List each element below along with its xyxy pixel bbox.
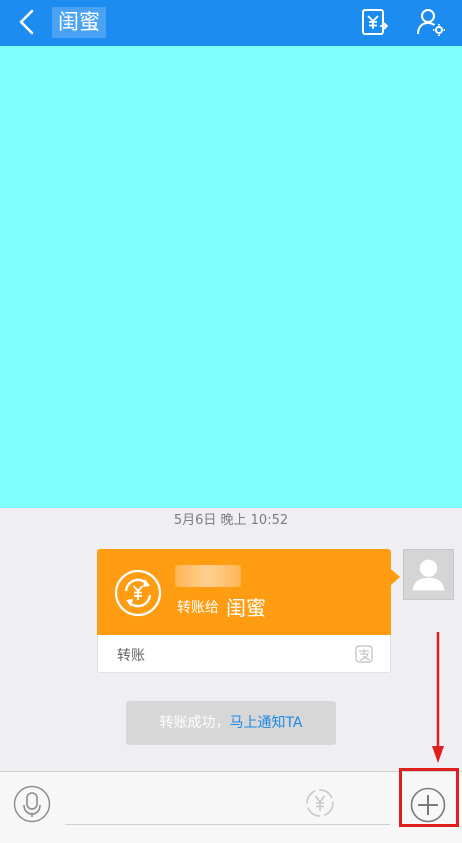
message-input[interactable] [65, 824, 390, 825]
page-title: 闺蜜 [52, 7, 106, 38]
chat-background-panel [0, 46, 462, 508]
top-bar: 闺蜜 [0, 0, 462, 46]
transfer-label: 转账给 [177, 600, 219, 616]
input-bar [0, 771, 462, 843]
transfer-cycle-icon [114, 569, 162, 617]
transfer-card[interactable]: 转账给 闺蜜 转账 [97, 549, 400, 673]
message-timestamp: 5月6日 晚上 10:52 [173, 513, 289, 528]
highlight-box-annotation [399, 768, 459, 827]
chevron-left-icon[interactable] [14, 8, 42, 36]
bubble-tail [391, 569, 400, 585]
transfer-recipient: 闺蜜 [226, 596, 266, 620]
red-arrow-annotation [432, 632, 444, 763]
sender-name-redacted [175, 565, 241, 587]
notice-text: 转账成功， [159, 715, 230, 731]
avatar[interactable] [403, 549, 454, 600]
transfer-card-footer: 转账 [97, 635, 391, 673]
person-silhouette-icon [412, 559, 445, 591]
alipay-icon [355, 645, 373, 663]
yuan-icon[interactable] [305, 788, 335, 818]
microphone-icon[interactable] [13, 785, 51, 823]
yuan-transfer-icon[interactable] [358, 6, 390, 38]
transfer-card-header: 转账给 闺蜜 [97, 549, 391, 635]
transfer-success-notice: 转账成功，马上通知TA [126, 701, 336, 745]
notify-link[interactable]: 马上通知TA [229, 715, 302, 731]
person-settings-icon[interactable] [415, 6, 447, 38]
transfer-type: 转账 [117, 648, 145, 664]
